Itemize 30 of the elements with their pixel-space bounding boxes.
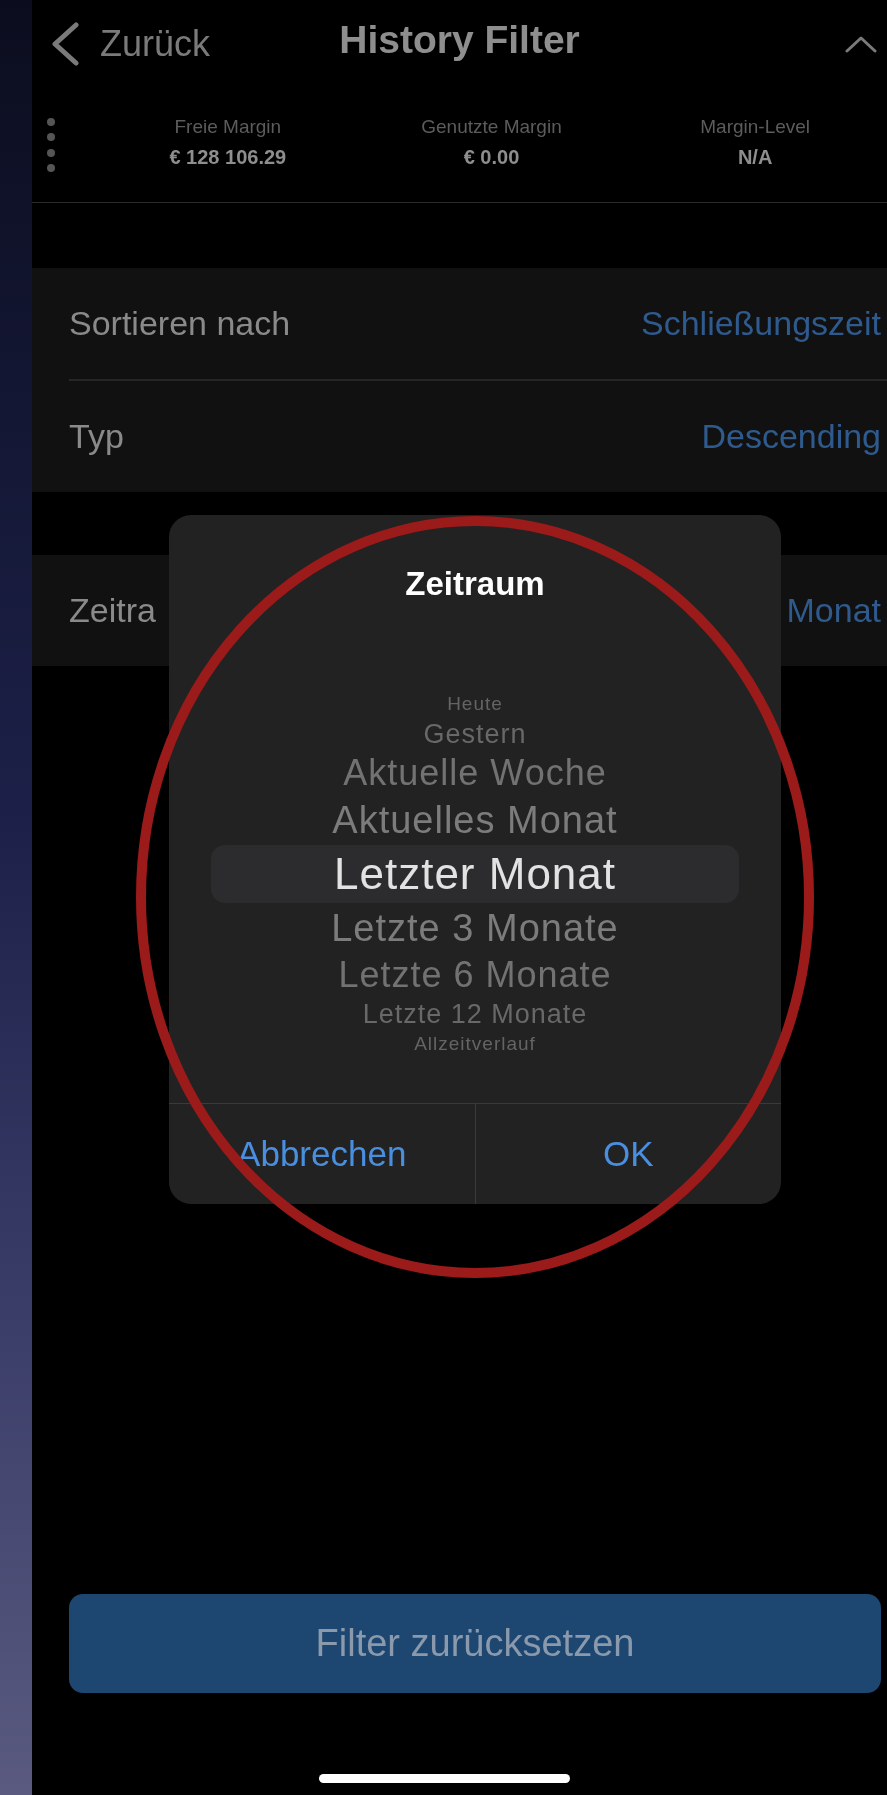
margin-label: Genutzte Margin xyxy=(421,115,562,138)
picker-option[interactable]: Heute xyxy=(447,691,503,717)
back-button[interactable]: Zurück xyxy=(32,22,211,66)
row-label: Zeitra xyxy=(69,591,156,630)
ok-button[interactable]: OK xyxy=(474,1104,781,1204)
chevron-up-icon[interactable] xyxy=(845,35,877,53)
picker-option[interactable]: Gestern xyxy=(423,717,527,751)
picker-option[interactable]: Letzte 12 Monate xyxy=(362,997,588,1031)
margin-value: € 128 106.29 xyxy=(169,145,287,169)
row-value[interactable]: Monat xyxy=(786,591,881,630)
row-label: Sortieren nach xyxy=(69,304,291,343)
picker-option-selected[interactable]: Letzter Monat xyxy=(211,845,739,903)
picker-option[interactable]: Letzte 3 Monate xyxy=(331,903,619,953)
margin-value: € 0.00 xyxy=(463,145,520,169)
row-label: Typ xyxy=(69,417,124,456)
picker-option[interactable]: Aktuelles Monat xyxy=(332,795,618,845)
page-title: History Filter xyxy=(339,18,580,62)
margin-label: Freie Margin xyxy=(174,115,282,138)
picker-option[interactable]: Allzeitverlauf xyxy=(414,1031,536,1057)
row-value[interactable]: Schließungszeit xyxy=(641,304,881,343)
picker-option[interactable]: Aktuelle Woche xyxy=(343,751,607,795)
reset-filter-button[interactable]: Filter zurücksetzen xyxy=(69,1594,881,1693)
margin-label: Margin-Level xyxy=(700,115,811,138)
more-icon[interactable] xyxy=(46,117,56,173)
cancel-button[interactable]: Abbrechen xyxy=(169,1104,475,1204)
row-value[interactable]: Descending xyxy=(701,417,881,456)
chevron-left-icon xyxy=(50,22,80,66)
picker-option[interactable]: Letzte 6 Monate xyxy=(338,953,612,997)
dialog-title: Zeitraum xyxy=(405,565,545,603)
margin-value: N/A xyxy=(737,145,773,169)
